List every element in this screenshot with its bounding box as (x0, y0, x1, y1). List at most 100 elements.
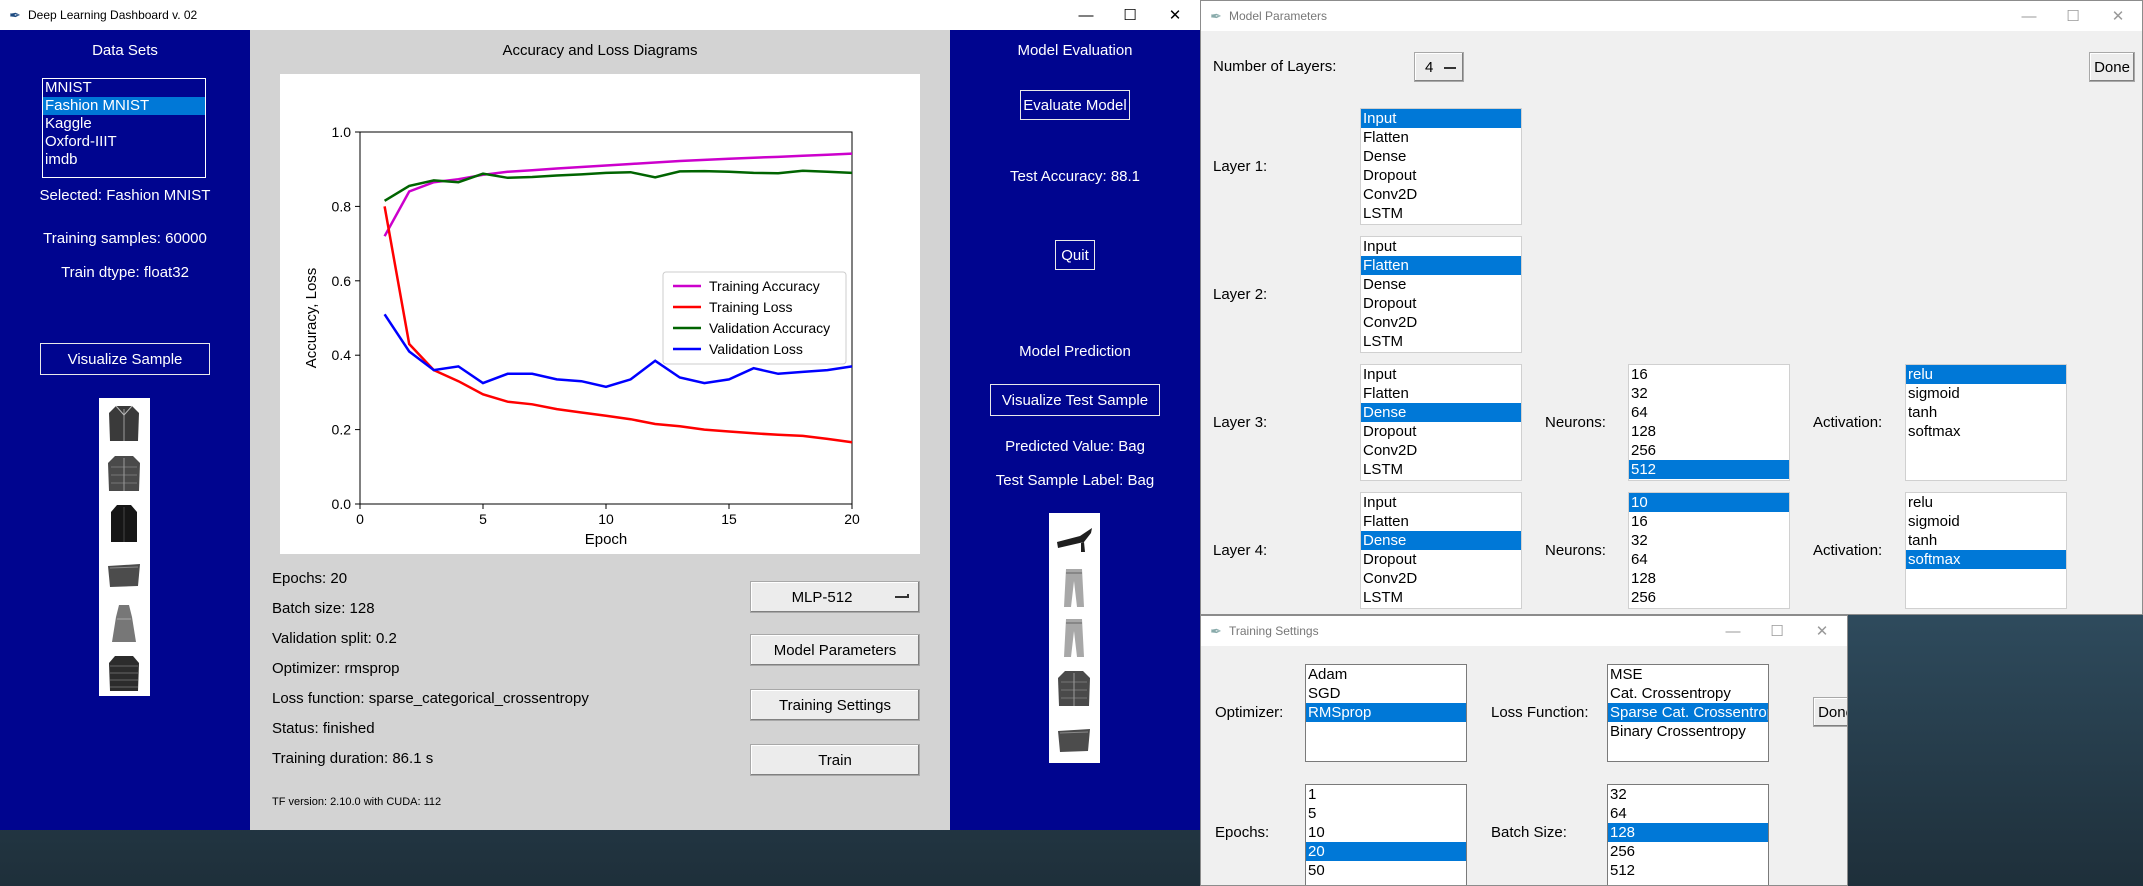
train-button[interactable]: Train (750, 744, 920, 776)
layer-type-item[interactable]: LSTM (1361, 588, 1521, 607)
layer-type-item[interactable]: Dense (1361, 275, 1521, 294)
optimizer-item[interactable]: RMSprop (1306, 703, 1466, 722)
neurons-listbox[interactable]: 16 32 64 128 256 512 (1628, 364, 1790, 481)
dataset-item[interactable]: Fashion MNIST (43, 97, 205, 115)
layer-type-item[interactable]: Input (1361, 237, 1521, 256)
layer-type-item[interactable]: Input (1361, 109, 1521, 128)
layer-type-item[interactable]: LSTM (1361, 332, 1521, 351)
layer-type-item[interactable]: Dense (1361, 531, 1521, 550)
dataset-item[interactable]: imdb (43, 151, 205, 169)
training-settings-titlebar[interactable]: ✒ Training Settings — ☐ ✕ (1201, 616, 1847, 646)
batch-size-item[interactable]: 512 (1608, 861, 1768, 880)
model-select-dropdown[interactable]: MLP-512 (750, 581, 920, 613)
layer-type-item[interactable]: Input (1361, 365, 1521, 384)
batch-size-listbox[interactable]: 32 64 128 256 512 (1607, 784, 1769, 885)
model-params-done-button[interactable]: Done (2089, 52, 2135, 82)
epochs-listbox[interactable]: 1 5 10 20 50 (1305, 784, 1467, 885)
neurons-item[interactable]: 128 (1629, 569, 1789, 588)
minimize-icon[interactable]: — (1710, 616, 1756, 646)
neurons-item[interactable]: 32 (1629, 384, 1789, 403)
batch-size-item[interactable]: 128 (1608, 823, 1768, 842)
layer-type-item[interactable]: Conv2D (1361, 441, 1521, 460)
activation-listbox[interactable]: relu sigmoid tanh softmax (1905, 492, 2067, 609)
minimize-icon[interactable]: — (2006, 1, 2052, 31)
model-parameters-button[interactable]: Model Parameters (750, 634, 920, 666)
layer-type-item[interactable]: Dense (1361, 403, 1521, 422)
neurons-item[interactable]: 16 (1629, 365, 1789, 384)
layer-type-listbox[interactable]: Input Flatten Dense Dropout Conv2D LSTM (1360, 108, 1522, 225)
neurons-item[interactable]: 10 (1629, 493, 1789, 512)
dataset-item[interactable]: MNIST (43, 79, 205, 97)
layer-type-item[interactable]: LSTM (1361, 460, 1521, 479)
close-icon[interactable]: ✕ (2095, 1, 2141, 31)
model-params-titlebar[interactable]: ✒ Model Parameters — ☐ ✕ (1201, 1, 2142, 31)
activation-item[interactable]: relu (1906, 493, 2066, 512)
training-settings-button[interactable]: Training Settings (750, 689, 920, 721)
activation-item[interactable]: sigmoid (1906, 384, 2066, 403)
loss-function-item[interactable]: MSE (1608, 665, 1768, 684)
neurons-listbox[interactable]: 10 16 32 64 128 256 (1628, 492, 1790, 609)
maximize-icon[interactable]: ☐ (1107, 0, 1153, 30)
main-titlebar[interactable]: ✒ Deep Learning Dashboard v. 02 — ☐ ✕ (0, 0, 1200, 30)
layer-type-item[interactable]: Flatten (1361, 256, 1521, 275)
neurons-item[interactable]: 64 (1629, 550, 1789, 569)
layer-type-listbox[interactable]: Input Flatten Dense Dropout Conv2D LSTM (1360, 364, 1522, 481)
layer-type-item[interactable]: Conv2D (1361, 569, 1521, 588)
neurons-item[interactable]: 16 (1629, 512, 1789, 531)
dataset-item[interactable]: Kaggle (43, 115, 205, 133)
layer-type-item[interactable]: Flatten (1361, 384, 1521, 403)
batch-size-item[interactable]: 32 (1608, 785, 1768, 804)
activation-item[interactable]: softmax (1906, 550, 2066, 569)
dataset-item[interactable]: Oxford-IIIT (43, 133, 205, 151)
neurons-item[interactable]: 64 (1629, 403, 1789, 422)
layer-type-item[interactable]: Flatten (1361, 128, 1521, 147)
optimizer-item[interactable]: SGD (1306, 684, 1466, 703)
layer-type-listbox[interactable]: Input Flatten Dense Dropout Conv2D LSTM (1360, 236, 1522, 353)
neurons-item[interactable]: 256 (1629, 441, 1789, 460)
quit-button[interactable]: Quit (1055, 240, 1095, 270)
visualize-sample-button[interactable]: Visualize Sample (40, 343, 210, 375)
batch-size-item[interactable]: 256 (1608, 842, 1768, 861)
layer-type-item[interactable]: Conv2D (1361, 185, 1521, 204)
loss-function-item[interactable]: Sparse Cat. Crossentropy (1608, 703, 1768, 722)
layer-type-item[interactable]: Input (1361, 493, 1521, 512)
neurons-item[interactable]: 32 (1629, 531, 1789, 550)
minimize-icon[interactable]: — (1063, 0, 1109, 30)
activation-item[interactable]: tanh (1906, 531, 2066, 550)
datasets-listbox[interactable]: MNIST Fashion MNIST Kaggle Oxford-IIIT imdb (42, 78, 206, 178)
epochs-item[interactable]: 5 (1306, 804, 1466, 823)
layer-type-item[interactable]: Dropout (1361, 294, 1521, 313)
batch-size-item[interactable]: 64 (1608, 804, 1768, 823)
maximize-icon[interactable]: ☐ (1754, 616, 1800, 646)
layer-type-item[interactable]: Dense (1361, 147, 1521, 166)
layer-type-item[interactable]: Dropout (1361, 422, 1521, 441)
visualize-test-sample-button[interactable]: Visualize Test Sample (990, 384, 1160, 416)
layer-type-item[interactable]: LSTM (1361, 204, 1521, 223)
activation-item[interactable]: tanh (1906, 403, 2066, 422)
optimizer-item[interactable]: Adam (1306, 665, 1466, 684)
close-icon[interactable]: ✕ (1152, 0, 1198, 30)
maximize-icon[interactable]: ☐ (2050, 1, 2096, 31)
evaluate-model-button[interactable]: Evaluate Model (1020, 90, 1130, 120)
layer-type-item[interactable]: Flatten (1361, 512, 1521, 531)
layer-type-item[interactable]: Dropout (1361, 166, 1521, 185)
epochs-item[interactable]: 10 (1306, 823, 1466, 842)
loss-function-item[interactable]: Binary Crossentropy (1608, 722, 1768, 741)
optimizer-listbox[interactable]: Adam SGD RMSprop (1305, 664, 1467, 762)
epochs-item[interactable]: 50 (1306, 861, 1466, 880)
neurons-item[interactable]: 512 (1629, 460, 1789, 479)
epochs-item[interactable]: 1 (1306, 785, 1466, 804)
activation-item[interactable]: relu (1906, 365, 2066, 384)
neurons-item[interactable]: 256 (1629, 588, 1789, 607)
training-settings-done-button[interactable]: Done (1813, 697, 1847, 727)
loss-function-item[interactable]: Cat. Crossentropy (1608, 684, 1768, 703)
layer-type-listbox[interactable]: Input Flatten Dense Dropout Conv2D LSTM (1360, 492, 1522, 609)
num-layers-dropdown[interactable]: 4 (1414, 52, 1464, 82)
epochs-item[interactable]: 20 (1306, 842, 1466, 861)
layer-type-item[interactable]: Conv2D (1361, 313, 1521, 332)
activation-item[interactable]: sigmoid (1906, 512, 2066, 531)
activation-item[interactable]: softmax (1906, 422, 2066, 441)
activation-listbox[interactable]: relu sigmoid tanh softmax (1905, 364, 2067, 481)
layer-type-item[interactable]: Dropout (1361, 550, 1521, 569)
close-icon[interactable]: ✕ (1799, 616, 1845, 646)
